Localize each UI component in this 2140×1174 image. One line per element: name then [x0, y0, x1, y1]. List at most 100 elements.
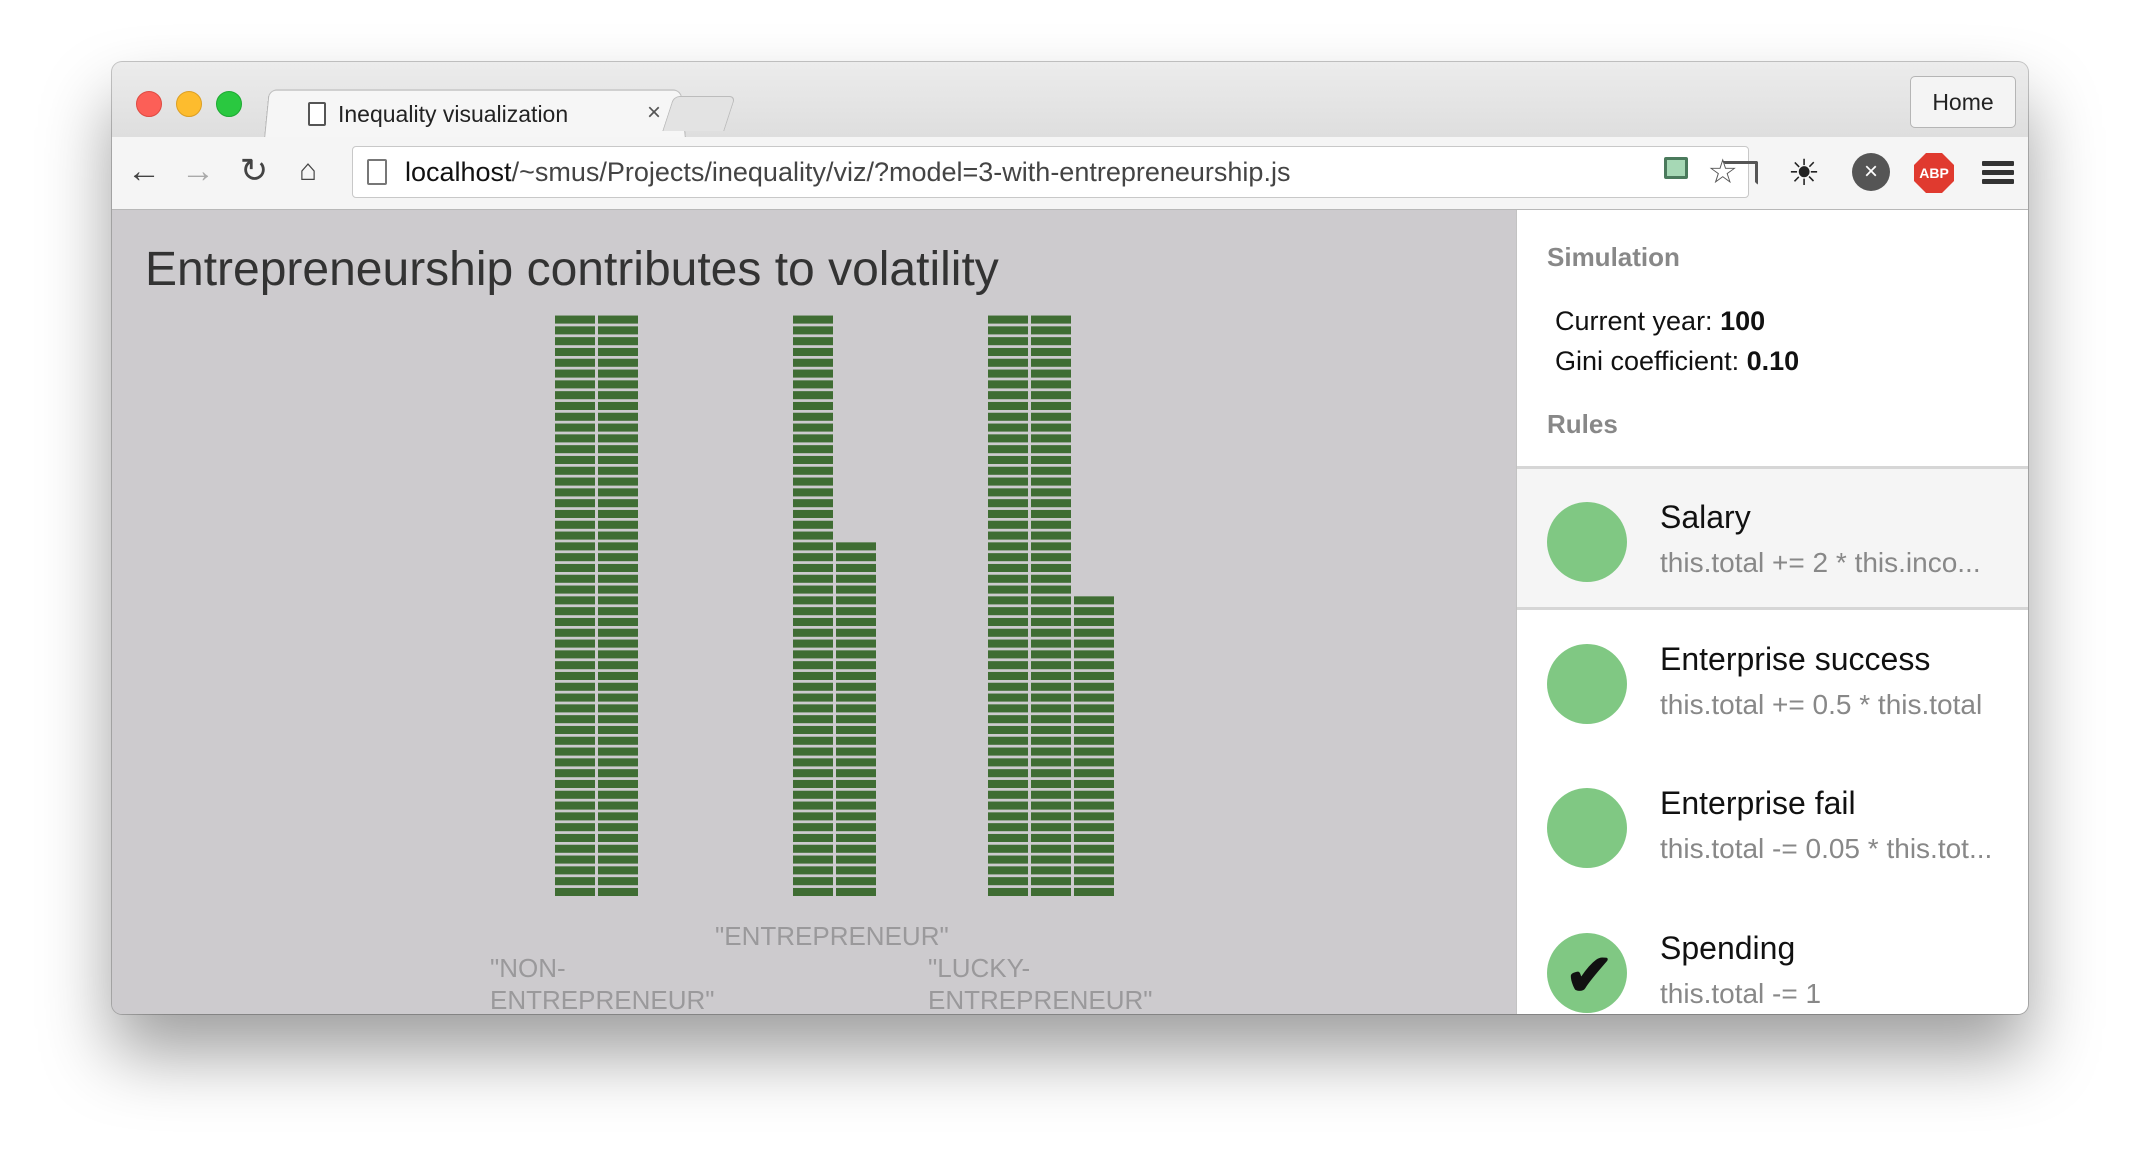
- wealth-brick: [555, 380, 595, 389]
- close-circle-icon[interactable]: ×: [1850, 151, 1894, 195]
- wealth-brick: [836, 671, 876, 680]
- wealth-brick: [1031, 563, 1071, 572]
- wealth-brick: [836, 855, 876, 864]
- wealth-brick: [1031, 380, 1071, 389]
- wealth-brick: [555, 531, 595, 540]
- screenshot-extension-icon[interactable]: [1656, 151, 1700, 195]
- rule-toggle[interactable]: [1547, 644, 1627, 724]
- maximize-window-button[interactable]: [216, 91, 242, 117]
- close-window-button[interactable]: [136, 91, 162, 117]
- wealth-brick: [793, 650, 833, 659]
- wealth-brick: [598, 380, 638, 389]
- wealth-brick: [555, 488, 595, 497]
- wealth-brick: [1031, 412, 1071, 421]
- reload-icon[interactable]: ↻: [234, 151, 274, 191]
- wealth-brick: [793, 682, 833, 691]
- wealth-brick: [988, 553, 1028, 562]
- menu-icon[interactable]: [1978, 151, 2022, 195]
- wealth-brick: [836, 736, 876, 745]
- wealth-brick: [598, 347, 638, 356]
- rule-toggle[interactable]: [1547, 788, 1627, 868]
- wealth-brick: [598, 455, 638, 464]
- wealth-brick: [555, 585, 595, 594]
- wealth-brick: [1031, 347, 1071, 356]
- rule-name: Spending: [1660, 930, 1796, 966]
- back-arrow-icon[interactable]: ←: [124, 151, 164, 191]
- new-tab-button[interactable]: [662, 96, 736, 131]
- wealth-brick: [793, 326, 833, 335]
- wealth-brick: [988, 769, 1028, 778]
- rule-item[interactable]: Enterprise success this.total += 0.5 * th…: [1517, 611, 2028, 755]
- toolbar: ← → ↻ ⌂ localhost/~smus/Projects/inequal…: [112, 137, 2028, 210]
- wealth-brick: [988, 391, 1028, 400]
- home-button[interactable]: Home: [1910, 76, 2016, 128]
- wealth-brick: [1031, 617, 1071, 626]
- wealth-brick: [988, 715, 1028, 724]
- address-bar[interactable]: localhost/~smus/Projects/inequality/viz/…: [352, 146, 1749, 198]
- wealth-brick: [598, 401, 638, 410]
- wealth-brick: [836, 801, 876, 810]
- tab-close-icon[interactable]: ×: [647, 99, 661, 127]
- wealth-brick: [598, 326, 638, 335]
- wealth-brick: [555, 758, 595, 767]
- forward-arrow-icon[interactable]: →: [178, 151, 218, 191]
- wealth-brick: [988, 887, 1028, 896]
- wealth-brick: [555, 887, 595, 896]
- wealth-brick: [598, 671, 638, 680]
- wealth-brick: [598, 596, 638, 605]
- wealth-brick: [988, 520, 1028, 529]
- wealth-brick: [793, 877, 833, 886]
- wealth-brick: [1031, 466, 1071, 475]
- wealth-brick: [598, 358, 638, 367]
- wealth-brick: [555, 401, 595, 410]
- wealth-brick: [793, 337, 833, 346]
- wealth-brick: [793, 488, 833, 497]
- rule-toggle[interactable]: [1547, 502, 1627, 582]
- wealth-brick: [1074, 671, 1114, 680]
- wealth-brick: [1074, 823, 1114, 832]
- wealth-brick: [988, 488, 1028, 497]
- wealth-brick: [836, 693, 876, 702]
- wealth-brick: [793, 563, 833, 572]
- wealth-brick: [793, 812, 833, 821]
- wealth-brick: [555, 639, 595, 648]
- lightbulb-icon[interactable]: ☀: [1782, 151, 1826, 195]
- adblock-icon[interactable]: ABP: [1912, 151, 1956, 195]
- person-stack: [988, 315, 1114, 896]
- rule-item[interactable]: ✔ Spending this.total -= 1: [1517, 900, 2028, 1014]
- wealth-brick: [598, 337, 638, 346]
- home-icon[interactable]: ⌂: [288, 151, 328, 191]
- wealth-brick: [988, 607, 1028, 616]
- wealth-brick: [598, 736, 638, 745]
- person-stack: [555, 315, 638, 896]
- wealth-brick: [598, 315, 638, 324]
- wealth-brick: [793, 369, 833, 378]
- wealth-brick: [988, 628, 1028, 637]
- minimize-window-button[interactable]: [176, 91, 202, 117]
- wealth-brick: [598, 445, 638, 454]
- person-stack: [793, 315, 876, 896]
- wealth-brick: [555, 747, 595, 756]
- rule-code: this.total += 0.5 * this.total: [1660, 689, 1983, 720]
- wealth-brick: [988, 337, 1028, 346]
- wealth-brick: [555, 434, 595, 443]
- wealth-brick: [988, 412, 1028, 421]
- wealth-brick: [793, 509, 833, 518]
- rule-item[interactable]: Enterprise fail this.total -= 0.05 * this…: [1517, 755, 2028, 899]
- cast-icon[interactable]: [1718, 151, 1762, 195]
- rule-item[interactable]: Salary this.total += 2 * this.inco...: [1517, 466, 2028, 610]
- wealth-brick: [836, 650, 876, 659]
- wealth-brick: [555, 315, 595, 324]
- wealth-brick: [598, 607, 638, 616]
- wealth-brick: [793, 639, 833, 648]
- wealth-brick: [1074, 607, 1114, 616]
- wealth-brick: [555, 725, 595, 734]
- wealth-brick: [988, 434, 1028, 443]
- wealth-brick: [988, 866, 1028, 875]
- wealth-brick: [1031, 434, 1071, 443]
- wealth-brick: [988, 747, 1028, 756]
- rule-toggle[interactable]: ✔: [1547, 933, 1627, 1013]
- wealth-brick: [1074, 628, 1114, 637]
- wealth-brick: [555, 628, 595, 637]
- wealth-brick: [988, 509, 1028, 518]
